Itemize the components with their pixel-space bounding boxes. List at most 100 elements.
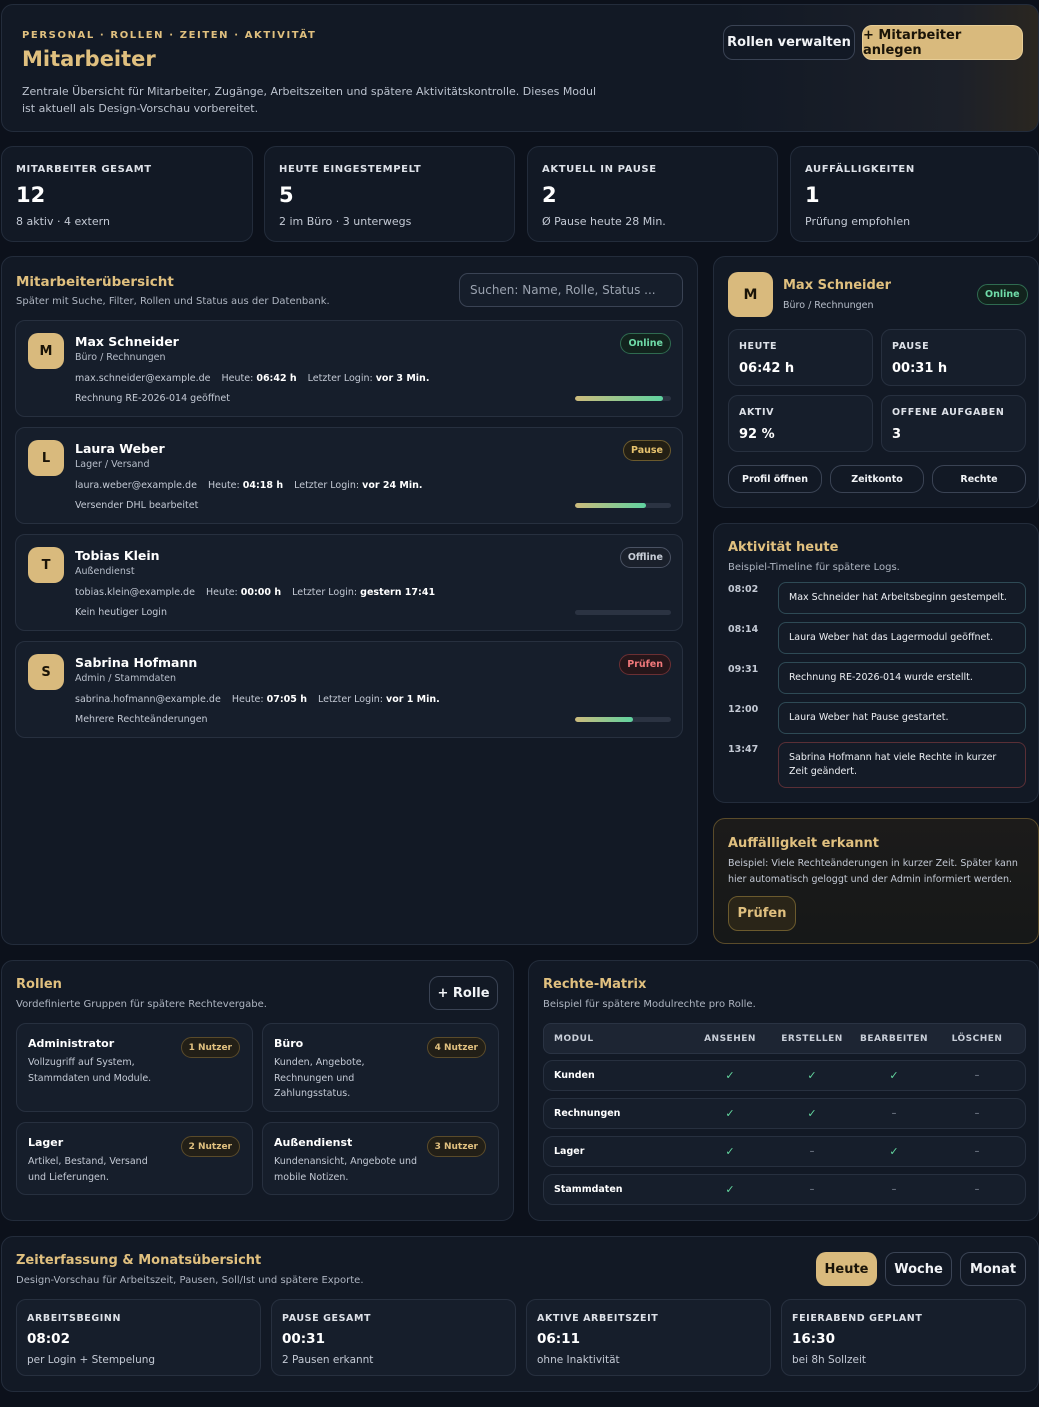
role-name: Büro [274,1037,304,1050]
role-user-count: 4 Nutzer [426,1037,486,1058]
page-eyebrow: PERSONAL · ROLLEN · ZEITEN · AKTIVITÄT [22,30,317,41]
permissions-button[interactable]: Rechte [932,465,1026,493]
employee-role: Außendienst [75,566,135,577]
matrix-cell: ✓ [807,1069,817,1082]
matrix-cell: – [809,1146,815,1157]
matrix-cell: – [974,1184,980,1195]
employee-meta: max.schneider@example.de Heute: 06:42 h … [75,373,437,384]
time-card-value: 06:11 [537,1331,580,1347]
manage-roles-button[interactable]: Rollen verwalten [723,25,855,60]
stat-value: 12 [16,183,46,207]
time-card-value: 00:31 [282,1331,325,1347]
login-label: Letzter Login: [317,694,383,705]
time-card-sub: bei 8h Sollzeit [792,1354,866,1366]
detail-name: Max Schneider [783,278,892,293]
time-card-sub: ohne Inaktivität [537,1354,620,1366]
status-badge: Prüfen [619,654,671,675]
role-card-lager[interactable]: Lager Artikel, Bestand, Versand und Lief… [16,1122,253,1195]
add-role-button[interactable]: + Rolle [429,976,498,1010]
employee-row[interactable]: L Laura Weber Lager / Versand laura.webe… [15,427,683,524]
time-subtitle: Design-Vorschau für Arbeitszeit, Pausen,… [16,1275,364,1286]
metric-label: HEUTE [739,341,778,352]
time-account-button[interactable]: Zeitkonto [830,465,924,493]
time-card-sub: per Login + Stempelung [27,1354,156,1366]
progress-bar [575,503,671,508]
avatar: L [28,440,64,476]
login-label: Letzter Login: [292,587,358,598]
matrix-header-view: ANSEHEN [704,1033,756,1044]
employee-role: Büro / Rechnungen [75,352,166,363]
avatar: M [28,333,64,369]
add-employee-button[interactable]: + Mitarbeiter anlegen [862,25,1023,60]
today-label: Heute: [221,373,254,384]
role-card-buero[interactable]: Büro Kunden, Angebote, Rechnungen und Za… [262,1023,499,1112]
role-description: Kunden, Angebote, Rechnungen und Zahlung… [274,1057,365,1099]
matrix-header-edit: BEARBEITEN [859,1033,929,1044]
timeline-time: 09:31 [728,664,759,675]
overview-subtitle: Später mit Suche, Filter, Rollen und Sta… [16,296,330,307]
role-description: Vollzugriff auf System, Stammdaten und M… [28,1057,152,1084]
status-badge: Online [620,333,671,354]
time-card-label: FEIERABEND GEPLANT [792,1313,923,1324]
employee-meta: laura.weber@example.de Heute: 04:18 h Le… [75,480,430,491]
detail-role: Büro / Rechnungen [783,300,874,311]
status-badge: Offline [619,547,671,568]
stat-sub: Ø Pause heute 28 Min. [542,215,666,228]
time-card-value: 08:02 [27,1331,70,1347]
metric-today: HEUTE 06:42 h [728,329,873,386]
detail-status-badge: Online [977,284,1028,305]
matrix-module: Rechnungen [554,1108,621,1119]
matrix-row: Lager ✓ – ✓ – [543,1136,1026,1167]
tab-heute[interactable]: Heute [816,1252,877,1286]
metric-label: PAUSE [892,341,930,352]
roles-title: Rollen [16,977,62,992]
matrix-row: Stammdaten ✓ – – – [543,1174,1026,1205]
time-card-value: 16:30 [792,1331,835,1347]
activity-title: Aktivität heute [728,540,839,555]
employee-today: 06:42 h [256,373,297,384]
employee-row[interactable]: T Tobias Klein Außendienst tobias.klein@… [15,534,683,631]
time-card-sub: 2 Pausen erkannt [282,1354,374,1366]
anomaly-title: Auffälligkeit erkannt [728,836,879,851]
role-description: Artikel, Bestand, Versand und Lieferunge… [28,1156,148,1183]
matrix-cell: ✓ [889,1145,899,1158]
role-card-aussendienst[interactable]: Außendienst Kundenansicht, Angebote und … [262,1122,499,1195]
time-card-label: PAUSE GESAMT [282,1313,372,1324]
metric-value: 3 [892,427,902,442]
timeline-time: 08:14 [728,624,759,635]
role-name: Administrator [28,1037,115,1050]
employee-today: 07:05 h [266,694,307,705]
login-label: Letzter Login: [307,373,373,384]
employee-row[interactable]: S Sabrina Hofmann Admin / Stammdaten sab… [15,641,683,738]
matrix-cell: – [809,1184,815,1195]
progress-bar [575,396,671,401]
progress-fill [575,503,647,508]
matrix-header-create: ERSTELLEN [781,1033,843,1044]
employee-last-login: vor 24 Min. [362,480,423,491]
timeline-entry: Laura Weber hat Pause gestartet. [778,702,1026,734]
matrix-row: Rechnungen ✓ ✓ – – [543,1098,1026,1129]
matrix-header-delete: LÖSCHEN [951,1033,1003,1044]
employee-activity: Rechnung RE-2026-014 geöffnet [75,393,230,404]
tab-monat[interactable]: Monat [960,1252,1026,1286]
employee-row[interactable]: M Max Schneider Büro / Rechnungen max.sc… [15,320,683,417]
matrix-header-module: MODUL [554,1033,594,1044]
timeline-time: 13:47 [728,744,759,755]
check-button[interactable]: Prüfen [728,896,796,931]
stat-label: MITARBEITER GESAMT [16,164,152,175]
stat-sub: Prüfung empfohlen [805,215,911,228]
open-profile-button[interactable]: Profil öffnen [728,465,822,493]
stat-sub: 2 im Büro · 3 unterwegs [279,215,412,228]
search-input[interactable] [459,273,683,307]
timeline-entry: Max Schneider hat Arbeitsbeginn gestempe… [778,582,1026,614]
tab-woche[interactable]: Woche [885,1252,952,1286]
progress-bar [575,717,671,722]
employee-name: Laura Weber [75,441,165,456]
matrix-cell: ✓ [725,1183,735,1196]
matrix-cell: – [974,1108,980,1119]
role-card-administrator[interactable]: Administrator Vollzugriff auf System, St… [16,1023,253,1112]
matrix-cell: ✓ [889,1069,899,1082]
time-card-label: AKTIVE ARBEITSZEIT [537,1313,659,1324]
metric-value: 00:31 h [892,361,948,376]
employee-email: sabrina.hofmann@example.de [75,694,221,705]
